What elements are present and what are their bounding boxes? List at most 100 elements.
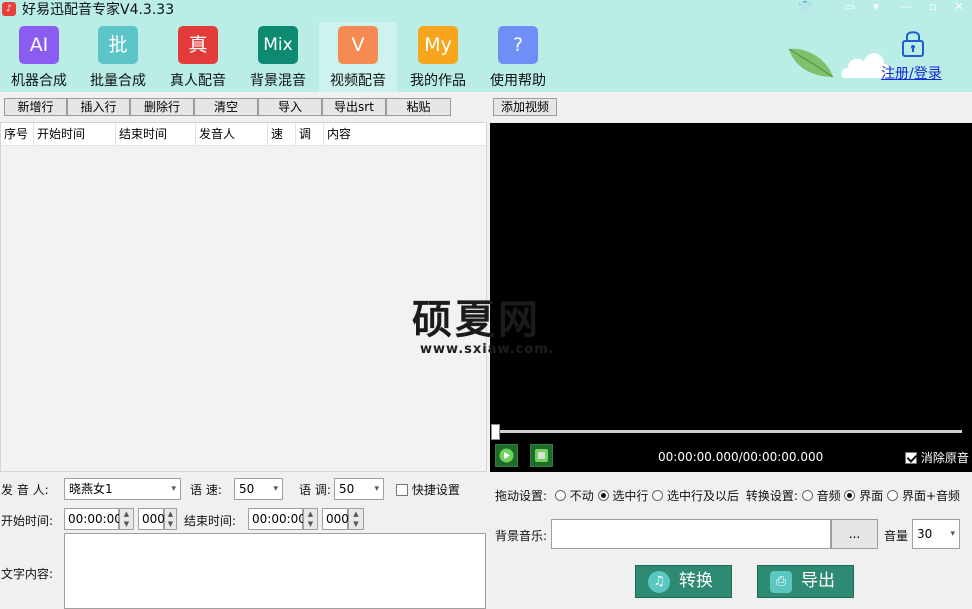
column-header[interactable]: 结束时间 <box>116 123 196 146</box>
table-header: 序号 开始时间 结束时间 发音人 速 调 内容 <box>1 123 486 146</box>
drag-option-selected-row-label: 选中行 <box>612 489 649 503</box>
stop-button[interactable] <box>530 444 553 467</box>
nav-machine-synthesis[interactable]: AI 机器合成 <box>0 22 78 92</box>
player-timecode: 00:00:00.000/00:00:00.000 <box>658 450 824 464</box>
chevron-down-icon: ▾ <box>950 529 955 539</box>
ai-icon: AI <box>19 26 59 64</box>
import-button[interactable]: 导入 <box>258 98 322 116</box>
seek-track[interactable] <box>496 430 962 433</box>
text-content-input[interactable] <box>64 533 486 609</box>
pitch-value: 50 <box>339 482 355 496</box>
drag-option-selected-row-radio[interactable] <box>597 490 609 501</box>
drag-settings: 拖动设置: 不动 选中行 选中行及以后 转换设置: 音频 界面 界面+音频 <box>495 487 960 504</box>
minimize-icon[interactable]: — <box>898 0 914 14</box>
paste-button[interactable]: 粘贴 <box>386 98 451 116</box>
shirt-icon[interactable]: 👕 <box>797 0 813 14</box>
help-icon: ? <box>498 26 538 64</box>
clear-button[interactable]: 清空 <box>194 98 258 116</box>
checkbox-icon <box>396 484 408 496</box>
mix-icon: Mix <box>258 26 298 64</box>
drag-option-after-radio[interactable] <box>652 490 664 501</box>
start-time-stepper[interactable]: ▲ ▼ <box>119 508 134 530</box>
export-srt-button[interactable]: 导出srt <box>322 98 386 116</box>
play-icon <box>499 448 514 463</box>
bgm-path-input[interactable] <box>551 519 831 549</box>
seek-handle[interactable] <box>491 424 500 440</box>
speed-label: 语 速: <box>190 483 222 497</box>
nav-batch-synthesis[interactable]: 批 批量合成 <box>79 22 157 92</box>
column-header[interactable]: 速 <box>268 123 296 146</box>
start-ms-input[interactable]: 000 <box>138 508 165 530</box>
maximize-icon[interactable]: ▫ <box>925 0 941 14</box>
pitch-select[interactable]: 50 ▾ <box>334 478 384 500</box>
end-time-input[interactable]: 00:00:00 <box>248 508 306 530</box>
nav-label: 真人配音 <box>170 73 226 89</box>
column-header[interactable]: 内容 <box>324 123 486 146</box>
delete-row-button[interactable]: 删除行 <box>130 98 194 116</box>
login-link[interactable]: 注册/登录 <box>881 63 942 83</box>
end-ms-input[interactable]: 000 <box>322 508 349 530</box>
my-works-icon: My <box>418 26 458 64</box>
nav-human-voice[interactable]: 真 真人配音 <box>159 22 237 92</box>
nav-label: 使用帮助 <box>490 73 546 89</box>
quick-settings-checkbox[interactable]: 快捷设置 <box>396 481 460 498</box>
drag-settings-label: 拖动设置: <box>495 489 548 503</box>
watermark: 硕夏网 <box>412 297 541 343</box>
speaker-value: 晓燕女1 <box>69 482 113 496</box>
convert-option-ui-radio[interactable] <box>844 490 856 501</box>
chevron-down-icon: ▾ <box>171 484 176 494</box>
volume-value: 30 <box>917 527 933 541</box>
speaker-select[interactable]: 晓燕女1 ▾ <box>64 478 181 500</box>
drag-option-static-radio[interactable] <box>554 490 566 501</box>
column-header[interactable]: 发音人 <box>196 123 268 146</box>
checkbox-checked-icon <box>905 452 917 464</box>
bgm-browse-button[interactable]: ... <box>831 519 878 549</box>
drag-option-after-label: 选中行及以后 <box>667 489 740 503</box>
app-logo-icon: ♪ <box>2 2 16 16</box>
export-button[interactable]: ⎙ 导出 <box>757 565 854 598</box>
add-video-button[interactable]: 添加视频 <box>493 98 557 116</box>
batch-icon: 批 <box>98 26 138 64</box>
nav-my-works[interactable]: My 我的作品 <box>399 22 477 92</box>
nav-help[interactable]: ? 使用帮助 <box>479 22 557 92</box>
new-row-button[interactable]: 新增行 <box>4 98 67 116</box>
watermark-url: www.sxiaw.com. <box>420 342 555 357</box>
play-button[interactable] <box>495 444 518 467</box>
nav-background-mix[interactable]: Mix 背景混音 <box>239 22 317 92</box>
leaf-icon <box>788 48 834 78</box>
start-time-input[interactable]: 00:00:00 <box>64 508 122 530</box>
convert-option-ui-label: 界面 <box>859 489 884 503</box>
column-header[interactable]: 开始时间 <box>34 123 116 146</box>
volume-select[interactable]: 30 ▾ <box>912 519 960 549</box>
speaker-label: 发 音 人: <box>1 483 49 497</box>
window-title: 好易迅配音专家V4.3.33 <box>22 2 175 18</box>
convert-option-ui-audio-radio[interactable] <box>887 490 899 501</box>
nav-label: 视频配音 <box>330 73 386 89</box>
mute-original-label: 消除原音 <box>920 451 969 465</box>
export-label: 导出 <box>801 571 835 591</box>
column-header[interactable]: 调 <box>296 123 324 146</box>
nav-label: 我的作品 <box>410 73 466 89</box>
convert-button[interactable]: ♫ 转换 <box>635 565 732 598</box>
speed-select[interactable]: 50 ▾ <box>234 478 283 500</box>
quick-settings-label: 快捷设置 <box>411 483 460 497</box>
mute-original-checkbox[interactable]: 消除原音 <box>905 449 969 466</box>
bgm-label: 背景音乐: <box>495 529 548 543</box>
volume-label: 音量 <box>884 529 909 543</box>
end-time-stepper[interactable]: ▲ ▼ <box>303 508 318 530</box>
lock-icon[interactable] <box>900 28 926 58</box>
export-file-icon: ⎙ <box>770 571 792 593</box>
column-header[interactable]: 序号 <box>1 123 34 146</box>
dropdown-icon[interactable]: ▾ <box>868 0 884 14</box>
video-preview[interactable] <box>490 123 972 472</box>
convert-label: 转换 <box>679 571 713 591</box>
music-note-icon: ♫ <box>648 571 670 593</box>
convert-option-audio-radio[interactable] <box>801 490 813 501</box>
insert-row-button[interactable]: 插入行 <box>67 98 130 116</box>
feedback-icon[interactable]: ▭ <box>842 0 858 14</box>
close-icon[interactable]: ✕ <box>951 0 967 14</box>
convert-option-audio-label: 音频 <box>816 489 841 503</box>
nav-video-dubbing[interactable]: V 视频配音 <box>319 22 397 92</box>
start-ms-stepper[interactable]: ▲ ▼ <box>164 508 177 530</box>
end-ms-stepper[interactable]: ▲ ▼ <box>348 508 364 530</box>
